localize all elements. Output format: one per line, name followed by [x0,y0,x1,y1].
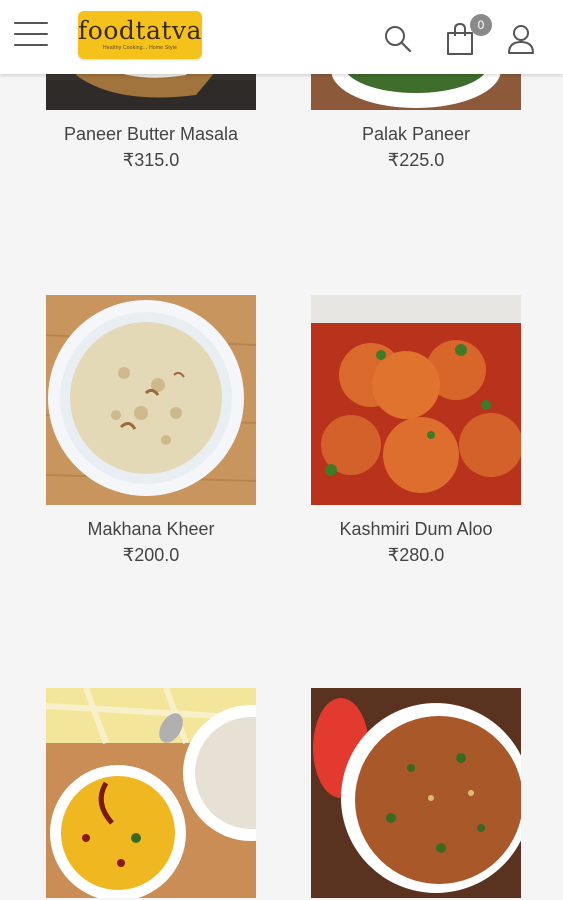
product-price: ₹280.0 [387,545,445,565]
search-icon[interactable] [383,24,413,54]
hamburger-menu-icon[interactable] [14,22,48,48]
user-account-icon[interactable] [506,23,536,55]
product-card[interactable] [311,688,521,898]
product-price: ₹225.0 [387,150,445,170]
product-card[interactable]: Makhana Kheer ₹200.0 [46,295,256,565]
product-name[interactable]: Palak Paneer [286,124,546,145]
app-header: foodtatva Healthy Cooking... Home Style … [0,0,563,74]
product-image[interactable] [46,295,256,505]
foodtatva-logo[interactable]: foodtatva Healthy Cooking... Home Style [78,11,202,59]
logo-text: foodtatva [78,16,202,45]
product-card[interactable] [46,688,256,898]
logo-tagline: Healthy Cooking... Home Style [103,45,177,51]
product-price: ₹315.0 [122,150,180,170]
product-name[interactable]: Paneer Butter Masala [21,124,281,145]
product-name[interactable]: Makhana Kheer [21,519,281,540]
product-price: ₹200.0 [122,545,180,565]
product-card[interactable]: Kashmiri Dum Aloo ₹280.0 [311,295,521,565]
product-image[interactable] [311,295,521,505]
cart-count-badge: 0 [470,14,492,36]
product-image[interactable] [311,688,521,898]
product-image[interactable] [46,688,256,898]
product-name[interactable]: Kashmiri Dum Aloo [286,519,546,540]
